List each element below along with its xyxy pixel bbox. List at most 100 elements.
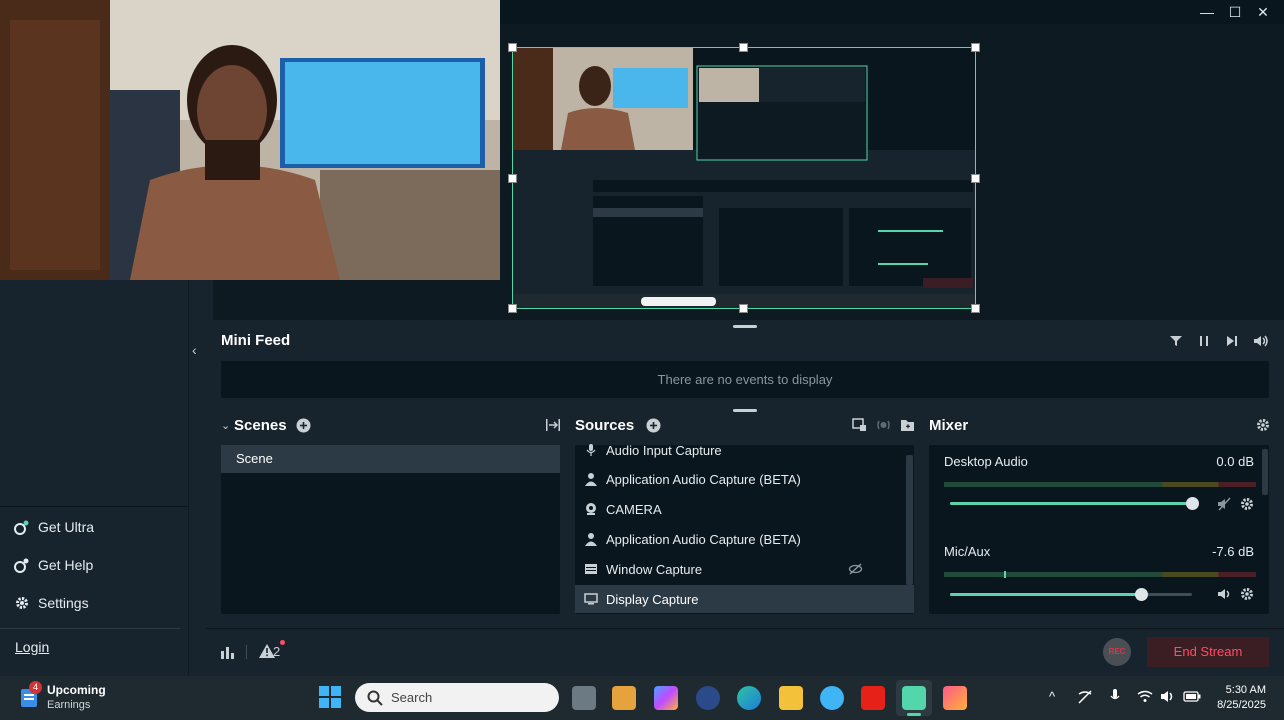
resize-handle[interactable] bbox=[739, 43, 748, 52]
clock-time[interactable]: 5:30 AM bbox=[1200, 684, 1266, 696]
mini-feed-title: Mini Feed bbox=[221, 332, 291, 349]
volume-slider-handle[interactable] bbox=[1135, 588, 1148, 601]
source-item-label: Application Audio Capture (BETA) bbox=[606, 471, 801, 487]
notification-dot bbox=[280, 640, 285, 645]
close-button[interactable]: ✕ bbox=[1256, 5, 1270, 19]
audio-source-icon[interactable] bbox=[876, 418, 891, 432]
person-icon bbox=[585, 473, 597, 486]
left-sidebar bbox=[0, 280, 189, 676]
minimize-button[interactable]: — bbox=[1200, 5, 1214, 19]
source-item-label: Display Capture bbox=[606, 591, 699, 607]
source-selection-icon[interactable] bbox=[852, 418, 867, 432]
volume-icon[interactable] bbox=[1253, 334, 1269, 348]
login-link[interactable]: Login bbox=[15, 639, 49, 655]
resize-handle[interactable] bbox=[508, 43, 517, 52]
battery-icon[interactable] bbox=[1183, 691, 1201, 702]
volume-meter bbox=[944, 482, 1256, 487]
mixer-channel-name: Mic/Aux bbox=[944, 544, 991, 559]
task-view-icon[interactable] bbox=[572, 686, 596, 710]
get-help-app-icon[interactable] bbox=[820, 686, 844, 710]
chevron-down-icon[interactable]: ⌄ bbox=[221, 419, 230, 432]
sidebar-item-get-help[interactable]: Get Help bbox=[14, 557, 93, 573]
sidebar-item-label: Settings bbox=[38, 595, 89, 611]
pause-icon[interactable] bbox=[1197, 334, 1211, 348]
gear-icon[interactable] bbox=[1240, 587, 1254, 601]
maximize-button[interactable]: ☐ bbox=[1228, 5, 1242, 19]
resize-handle[interactable] bbox=[739, 304, 748, 313]
streamlabs-icon[interactable] bbox=[902, 686, 926, 710]
source-item-label: Audio Input Capture bbox=[606, 442, 722, 458]
resize-handle[interactable] bbox=[971, 43, 980, 52]
edge-icon[interactable] bbox=[737, 686, 761, 710]
source-item[interactable]: CAMERA bbox=[584, 495, 662, 523]
file-explorer-icon[interactable] bbox=[779, 686, 803, 710]
streamlabs-window: — ☐ ✕ Get Ultra Get Help Settings Login … bbox=[0, 0, 1284, 676]
chevron-up-icon[interactable]: ^ bbox=[1049, 689, 1055, 704]
sidebar-item-label: Get Ultra bbox=[38, 519, 95, 535]
stats-icon[interactable] bbox=[220, 645, 235, 659]
clock-date[interactable]: 8/25/2025 bbox=[1200, 699, 1266, 711]
add-folder-icon[interactable] bbox=[900, 418, 915, 432]
peak-indicator bbox=[1004, 571, 1006, 578]
scene-item[interactable]: Scene bbox=[221, 445, 560, 473]
mixer-channel-name: Desktop Audio bbox=[944, 454, 1028, 469]
sidebar-item-get-ultra[interactable]: Get Ultra bbox=[14, 519, 94, 535]
sidebar-item-settings[interactable]: Settings bbox=[14, 595, 89, 611]
widget-title[interactable]: Upcoming bbox=[47, 683, 106, 698]
microsoft-store-icon[interactable] bbox=[612, 686, 636, 710]
record-button[interactable]: REC bbox=[1103, 638, 1131, 666]
volume-icon[interactable] bbox=[1160, 690, 1176, 703]
add-scene-icon[interactable] bbox=[296, 418, 311, 433]
microphone-icon[interactable] bbox=[1109, 688, 1121, 704]
nested-capture-image bbox=[513, 48, 975, 308]
preview-area-lower bbox=[213, 280, 500, 320]
mixer-channel-value: 0.0 dB bbox=[1216, 454, 1254, 469]
window-icon bbox=[585, 564, 597, 574]
source-item-label: CAMERA bbox=[606, 501, 662, 517]
skip-icon[interactable] bbox=[1225, 334, 1239, 348]
source-item[interactable]: Window Capture bbox=[584, 555, 702, 583]
mini-feed-empty-message: There are no events to display bbox=[221, 361, 1269, 398]
wifi-icon[interactable] bbox=[1137, 690, 1153, 703]
sources-scrollbar[interactable] bbox=[906, 455, 913, 585]
volume-slider-fill bbox=[950, 502, 1192, 505]
volume-slider-fill bbox=[950, 593, 1141, 596]
youtube-icon[interactable] bbox=[861, 686, 885, 710]
source-item[interactable]: Display Capture bbox=[584, 585, 699, 613]
gear-icon[interactable] bbox=[1256, 418, 1270, 432]
collapse-sidebar-button[interactable]: ‹ bbox=[192, 342, 197, 358]
volume-slider-handle[interactable] bbox=[1186, 497, 1199, 510]
resize-grip[interactable] bbox=[733, 325, 757, 328]
resize-handle[interactable] bbox=[508, 304, 517, 313]
taskbar-search[interactable]: Search bbox=[355, 683, 559, 712]
end-stream-button[interactable]: End Stream bbox=[1147, 637, 1269, 667]
search-icon bbox=[367, 690, 383, 706]
display-capture-source[interactable] bbox=[512, 47, 976, 309]
add-source-icon[interactable] bbox=[646, 418, 661, 433]
resize-handle[interactable] bbox=[971, 304, 980, 313]
source-item[interactable]: Application Audio Capture (BETA) bbox=[584, 465, 801, 493]
ultra-icon bbox=[14, 520, 29, 535]
resize-handle[interactable] bbox=[971, 174, 980, 183]
source-item[interactable]: Application Audio Capture (BETA) bbox=[584, 525, 801, 553]
mixer-scrollbar[interactable] bbox=[1262, 449, 1268, 495]
gear-icon[interactable] bbox=[1240, 497, 1254, 511]
copilot-icon[interactable] bbox=[654, 686, 678, 710]
network-off-icon[interactable] bbox=[1077, 690, 1093, 704]
search-placeholder: Search bbox=[391, 690, 433, 705]
scene-transitions-icon[interactable] bbox=[545, 418, 561, 432]
muted-speaker-icon[interactable] bbox=[1217, 497, 1232, 511]
resize-grip[interactable] bbox=[733, 409, 757, 412]
source-item[interactable]: Audio Input Capture bbox=[584, 436, 722, 464]
hp-icon[interactable] bbox=[696, 686, 720, 710]
photos-icon[interactable] bbox=[943, 686, 967, 710]
windows-start-icon[interactable] bbox=[319, 686, 341, 708]
sources-title: Sources bbox=[575, 417, 635, 434]
alert-count: 2 bbox=[273, 644, 281, 659]
resize-handle[interactable] bbox=[508, 174, 517, 183]
visibility-hidden-icon[interactable] bbox=[848, 562, 863, 576]
filter-icon[interactable] bbox=[1169, 334, 1183, 348]
webcam-image bbox=[0, 0, 500, 280]
speaker-icon[interactable] bbox=[1217, 587, 1232, 601]
active-indicator bbox=[907, 713, 921, 716]
